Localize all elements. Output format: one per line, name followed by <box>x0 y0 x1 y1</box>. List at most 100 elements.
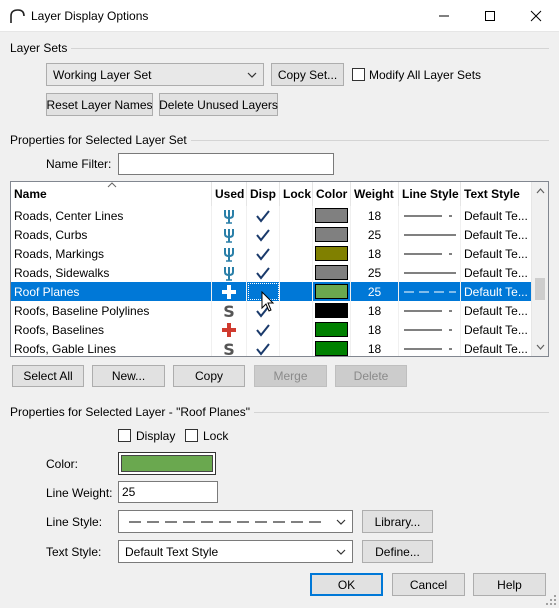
define-button[interactable]: Define... <box>362 540 433 563</box>
help-button[interactable]: Help <box>473 573 546 596</box>
library-button[interactable]: Library... <box>362 510 433 533</box>
close-button[interactable] <box>513 0 559 32</box>
cell-used <box>212 225 247 244</box>
delete-unused-layers-button[interactable]: Delete Unused Layers <box>159 93 278 116</box>
reset-layer-names-button[interactable]: Reset Layer Names <box>46 93 153 116</box>
lock-checkbox[interactable] <box>185 429 198 442</box>
resize-grip-icon[interactable] <box>545 594 557 606</box>
cell-lock[interactable] <box>280 301 313 320</box>
road-used-icon <box>224 209 234 224</box>
col-header-lock[interactable]: Lock <box>280 182 313 206</box>
table-row[interactable]: Roofs, Baselines 18 Default Te... <box>11 320 532 339</box>
ok-button[interactable]: OK <box>310 573 383 596</box>
maximize-button[interactable] <box>467 0 513 32</box>
cell-disp[interactable] <box>247 244 280 263</box>
cell-color[interactable] <box>313 320 351 339</box>
cell-color[interactable] <box>313 263 351 282</box>
layer-sets-divider <box>10 48 549 49</box>
cell-disp[interactable] <box>247 206 280 225</box>
color-swatch <box>315 265 348 280</box>
road-used-icon <box>224 228 234 243</box>
layer-properties-label: Properties for Selected Layer - "Roof Pl… <box>10 405 254 419</box>
col-header-name[interactable]: Name <box>11 182 212 206</box>
cell-color[interactable] <box>313 206 351 225</box>
cell-lock[interactable] <box>280 263 313 282</box>
cell-disp[interactable] <box>247 263 280 282</box>
cell-weight: 18 <box>351 301 399 320</box>
maximize-icon <box>485 11 495 21</box>
table-row[interactable]: Roads, Curbs 25 Default Te... <box>11 225 532 244</box>
line-style-preview <box>404 215 452 216</box>
cell-color[interactable] <box>313 339 351 356</box>
cell-disp[interactable] <box>247 320 280 339</box>
col-header-weight[interactable]: Weight <box>351 182 399 206</box>
display-checkbox[interactable] <box>118 429 131 442</box>
cell-name: Roads, Sidewalks <box>11 263 212 282</box>
cell-lock[interactable] <box>280 225 313 244</box>
modify-all-checkbox[interactable] <box>352 68 365 81</box>
color-swatch <box>315 284 348 299</box>
table-row[interactable]: Roofs, Gable Lines S 18 Default Te... <box>11 339 532 357</box>
color-swatch <box>315 303 348 318</box>
cell-lock[interactable] <box>280 320 313 339</box>
text-style-value: Default Text Style <box>125 544 219 559</box>
cell-line <box>399 263 461 282</box>
line-style-dropdown[interactable] <box>118 510 353 533</box>
scroll-up-icon <box>536 188 545 194</box>
cell-lock[interactable] <box>280 282 313 301</box>
cell-color[interactable] <box>313 301 351 320</box>
table-row[interactable]: Roads, Sidewalks 25 Default Te... <box>11 263 532 282</box>
copy-set-button[interactable]: Copy Set... <box>271 63 344 86</box>
cell-name: Roofs, Baseline Polylines <box>11 301 212 320</box>
col-header-used[interactable]: Used <box>212 182 247 206</box>
cell-used <box>212 244 247 263</box>
col-header-text-style[interactable]: Text Style <box>461 182 532 206</box>
cell-disp[interactable] <box>247 339 280 356</box>
cell-color[interactable] <box>313 282 351 301</box>
checkmark-icon <box>256 323 270 337</box>
layer-set-dropdown[interactable]: Working Layer Set <box>46 63 264 86</box>
cell-text: Default Te... <box>461 225 532 244</box>
checkmark-icon <box>256 342 270 356</box>
cell-name: Roofs, Baselines <box>11 320 212 339</box>
table-row[interactable]: Roads, Markings 18 Default Te... <box>11 244 532 263</box>
svg-text:S: S <box>223 341 235 357</box>
name-filter-input[interactable] <box>118 153 334 175</box>
cell-color[interactable] <box>313 225 351 244</box>
cell-lock[interactable] <box>280 339 313 356</box>
cell-text: Default Te... <box>461 282 532 301</box>
cell-lock[interactable] <box>280 206 313 225</box>
delete-layer-button[interactable]: Delete <box>335 365 407 387</box>
cell-line <box>399 225 461 244</box>
line-weight-input[interactable]: 25 <box>118 481 218 503</box>
color-swatch <box>315 246 348 261</box>
cell-text: Default Te... <box>461 320 532 339</box>
minimize-button[interactable] <box>421 0 467 32</box>
col-header-line-style[interactable]: Line Style <box>399 182 461 206</box>
text-style-dropdown[interactable]: Default Text Style <box>118 540 353 563</box>
plus-used-icon <box>222 322 236 337</box>
copy-layer-button[interactable]: Copy <box>173 365 245 387</box>
table-row[interactable]: Roads, Center Lines 18 Default Te... <box>11 206 532 225</box>
name-filter-label: Name Filter: <box>46 157 112 171</box>
cell-weight: 18 <box>351 339 399 356</box>
cell-disp[interactable] <box>247 225 280 244</box>
checkmark-icon <box>256 266 270 280</box>
select-all-button[interactable]: Select All <box>12 365 84 387</box>
line-style-preview <box>404 310 452 311</box>
col-header-color[interactable]: Color <box>313 182 351 206</box>
scroll-thumb[interactable] <box>535 278 545 300</box>
table-scrollbar[interactable] <box>531 182 548 356</box>
cell-text: Default Te... <box>461 339 532 356</box>
new-layer-button[interactable]: New... <box>92 365 165 387</box>
cancel-button[interactable]: Cancel <box>392 573 465 596</box>
cell-used <box>212 263 247 282</box>
color-picker-button[interactable] <box>118 452 216 475</box>
col-header-disp[interactable]: Disp <box>247 182 280 206</box>
cell-lock[interactable] <box>280 244 313 263</box>
line-style-preview <box>404 253 452 254</box>
cell-color[interactable] <box>313 244 351 263</box>
window-title: Layer Display Options <box>31 9 149 23</box>
merge-button[interactable]: Merge <box>254 365 327 387</box>
chevron-down-icon <box>247 72 257 78</box>
